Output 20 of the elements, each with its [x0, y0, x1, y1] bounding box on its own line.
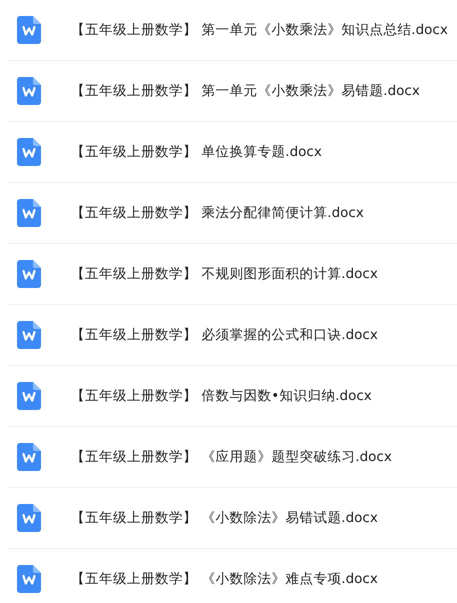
- file-name[interactable]: 【五年级上册数学】 乘法分配律简便计算.docx: [71, 204, 364, 222]
- file-name[interactable]: 【五年级上册数学】 《应用题》题型突破练习.docx: [71, 448, 392, 466]
- word-document-icon: [17, 321, 41, 349]
- file-name[interactable]: 【五年级上册数学】 单位换算专题.docx: [71, 143, 322, 161]
- file-name[interactable]: 【五年级上册数学】 倍数与因数•知识归纳.docx: [71, 387, 372, 405]
- word-document-icon: [17, 77, 41, 105]
- file-name[interactable]: 【五年级上册数学】 必须掌握的公式和口诀.docx: [71, 326, 378, 344]
- word-document-icon: [17, 199, 41, 227]
- file-name[interactable]: 【五年级上册数学】 《小数除法》易错试题.docx: [71, 509, 378, 527]
- word-document-icon: [17, 16, 41, 44]
- word-document-icon: [17, 260, 41, 288]
- file-name[interactable]: 【五年级上册数学】 《小数除法》难点专项.docx: [71, 570, 378, 588]
- word-document-icon: [17, 382, 41, 410]
- word-document-icon: [17, 565, 41, 593]
- file-name[interactable]: 【五年级上册数学】 不规则图形面积的计算.docx: [71, 265, 378, 283]
- file-name[interactable]: 【五年级上册数学】 第一单元《小数乘法》知识点总结.docx: [71, 21, 448, 39]
- file-name[interactable]: 【五年级上册数学】 第一单元《小数乘法》易错题.docx: [71, 82, 420, 100]
- word-document-icon: [17, 504, 41, 532]
- word-document-icon: [17, 138, 41, 166]
- word-document-icon: [17, 443, 41, 471]
